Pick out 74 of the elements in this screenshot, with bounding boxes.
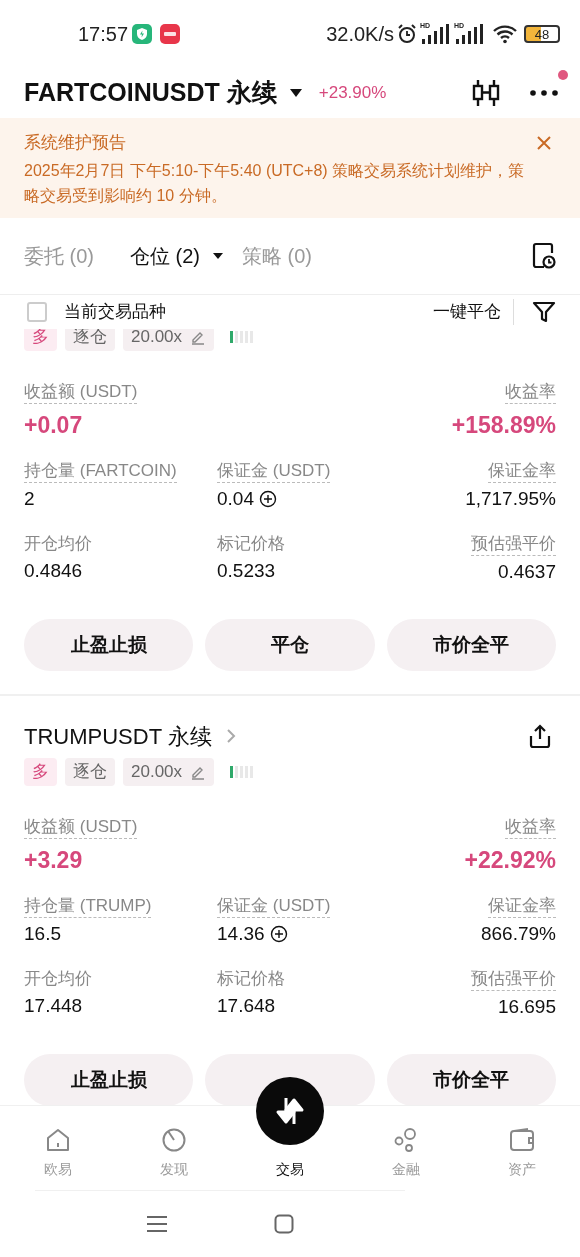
rate-label: 收益率 xyxy=(505,381,556,404)
leverage-button[interactable]: 20.00x xyxy=(123,758,215,786)
field-value: 0.4637 xyxy=(497,560,556,584)
pair-title: FARTCOINUSDT 永续 xyxy=(24,77,277,109)
history-icon[interactable] xyxy=(532,242,556,270)
position-tag: 多 xyxy=(24,758,57,786)
price-change: +23.90% xyxy=(318,82,387,105)
network-speed: 32.0K/s xyxy=(326,22,394,47)
add-margin-icon[interactable] xyxy=(269,925,288,943)
field-value: 17.648 xyxy=(217,994,276,1018)
field-value: 0.04 xyxy=(217,487,254,511)
wifi-icon xyxy=(492,24,518,44)
field-value: 0.5233 xyxy=(217,559,276,583)
field-label: 保证金 (USDT) xyxy=(217,460,331,483)
checkbox[interactable] xyxy=(27,302,47,322)
field-label: 保证金 (USDT) xyxy=(217,895,331,918)
pnl-label: 收益额 (USDT) xyxy=(24,381,138,404)
pnl-value: +3.29 xyxy=(24,846,84,875)
field-label: 持仓量 (TRUMP) xyxy=(24,895,152,918)
field-label: 预估强平价 xyxy=(471,533,556,556)
field-value: 1,717.95% xyxy=(465,487,556,511)
field-label: 保证金率 xyxy=(488,895,556,918)
close-all-button[interactable]: 一键平仓 xyxy=(433,299,514,325)
home-button-icon[interactable] xyxy=(274,1214,294,1234)
alarm-icon xyxy=(396,23,418,45)
caret-icon[interactable] xyxy=(288,88,303,98)
share-icon[interactable] xyxy=(528,723,552,749)
field-value: 866.79% xyxy=(481,922,556,946)
field-value: 0.4846 xyxy=(24,559,83,583)
field-value: 14.36 xyxy=(217,922,265,946)
rate-label: 收益率 xyxy=(505,816,556,839)
position-tag: 逐仓 xyxy=(65,758,115,786)
field-value: 17.448 xyxy=(24,994,83,1018)
action-button[interactable]: 市价全平 xyxy=(386,619,556,671)
position-tag: 多 xyxy=(24,329,57,351)
pnl-value: +0.07 xyxy=(24,411,84,440)
field-label: 预估强平价 xyxy=(471,968,556,991)
pnl-label: 收益额 (USDT) xyxy=(24,816,138,839)
action-button[interactable]: 市价全平 xyxy=(386,1054,556,1105)
field-label: 标记价格 xyxy=(217,533,285,555)
field-value: 16.5 xyxy=(24,922,61,946)
app-icon xyxy=(160,24,181,44)
nav-tab[interactable]: 交易 xyxy=(276,1159,304,1180)
notice-text: 2025年2月7日 下午5:10-下午5:40 (UTC+8) 策略交易系统计划维护，策略交易受到影响约 10 分钟。 xyxy=(24,161,526,206)
position-tag: 逐仓 xyxy=(65,329,115,351)
candlestick-chart-icon[interactable] xyxy=(472,78,500,108)
field-label: 标记价格 xyxy=(217,968,285,990)
more-icon xyxy=(530,90,558,96)
checkbox-label: 当前交易品种 xyxy=(64,301,166,324)
home-icon xyxy=(45,1127,71,1153)
field-label: 持仓量 (FARTCOIN) xyxy=(24,460,177,483)
leverage-button[interactable]: 20.00x xyxy=(123,329,215,351)
action-button[interactable]: 止盈止损 xyxy=(24,619,194,671)
status-time: 17:57 xyxy=(78,22,129,47)
rate-value: +22.92% xyxy=(464,846,556,875)
position-title[interactable]: TRUMPUSDT 永续 xyxy=(24,719,212,753)
field-value: 16.695 xyxy=(497,995,556,1019)
close-icon[interactable] xyxy=(536,135,552,151)
action-button[interactable]: 止盈止损 xyxy=(24,1054,194,1105)
tab[interactable]: 仓位 (2) xyxy=(130,241,224,271)
field-label: 开仓均价 xyxy=(24,968,92,990)
action-button[interactable]: 平仓 xyxy=(205,619,375,671)
notice-title: 系统维护预告 xyxy=(24,132,126,154)
field-label: 开仓均价 xyxy=(24,533,92,555)
field-label: 保证金率 xyxy=(488,460,556,483)
field-value: 2 xyxy=(24,487,35,511)
bubbles-icon xyxy=(393,1127,419,1153)
wallet-icon xyxy=(509,1127,535,1153)
menu-icon[interactable] xyxy=(146,1215,168,1233)
compass-icon xyxy=(161,1127,187,1153)
add-margin-icon[interactable] xyxy=(259,490,277,508)
shield-app-icon xyxy=(132,24,153,44)
filter-icon[interactable] xyxy=(532,300,556,324)
rate-value: +158.89% xyxy=(451,411,556,440)
